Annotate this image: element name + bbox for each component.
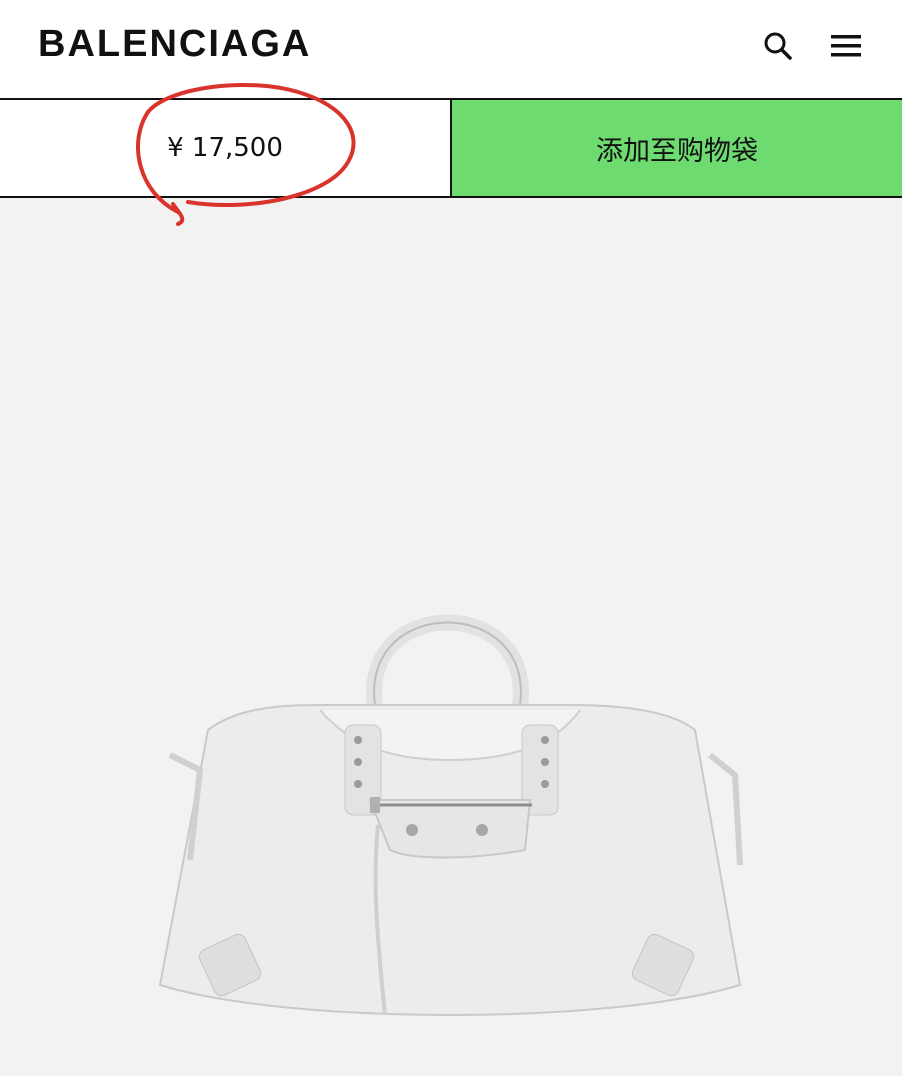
add-to-bag-button[interactable]: 添加至购物袋: [452, 100, 902, 196]
product-image[interactable]: [150, 555, 750, 1035]
price-display: ¥ 17,500: [0, 100, 450, 196]
add-to-bag-label: 添加至购物袋: [596, 135, 758, 167]
search-icon[interactable]: [760, 28, 796, 64]
price-text: ¥ 17,500: [167, 133, 283, 163]
handbag-image: [158, 614, 743, 1016]
brand-logo[interactable]: BALENCIAGA: [38, 22, 311, 66]
menu-icon[interactable]: [828, 28, 864, 64]
purchase-bar: ¥ 17,500 添加至购物袋: [0, 100, 902, 198]
site-header: BALENCIAGA: [0, 0, 902, 100]
